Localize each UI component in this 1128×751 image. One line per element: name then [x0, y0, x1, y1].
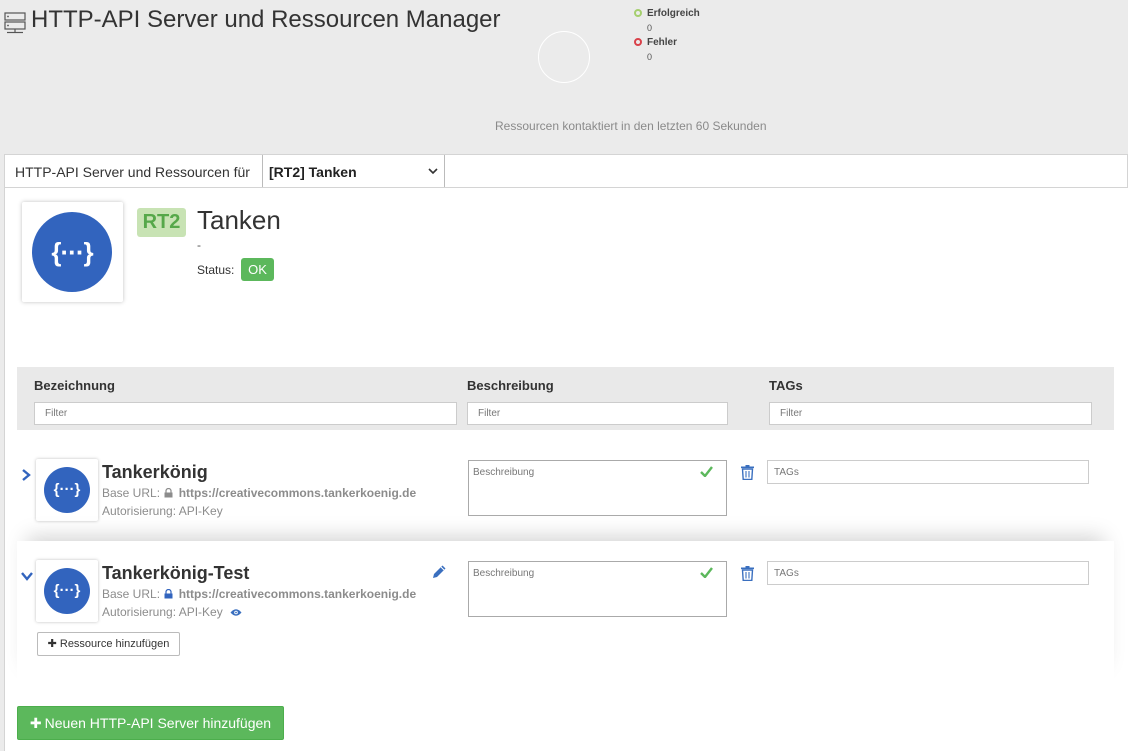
base-url-value: https://creativecommons.tankerkoenig.de — [178, 486, 417, 500]
server-logo: {···} — [22, 202, 123, 302]
server-select-value: [RT2] Tanken — [269, 164, 357, 180]
resource-base-url: Base URL: https://creativecommons.tanker… — [102, 587, 416, 601]
base-url-label: Base URL: — [102, 587, 161, 601]
server-selector-label: HTTP-API Server und Ressourcen für — [15, 164, 250, 180]
resource-tags-input[interactable] — [767, 561, 1089, 585]
resource-auth: Autorisierung: API-Key — [102, 605, 242, 619]
column-header-tags: TAGs — [769, 378, 803, 393]
server-select[interactable]: [RT2] Tanken — [262, 155, 445, 187]
chevron-down-icon[interactable] — [20, 569, 34, 583]
plus-icon: ✚ — [29, 715, 42, 731]
add-server-button[interactable]: ✚ Neuen HTTP-API Server hinzufügen — [17, 706, 284, 740]
server-name: Tanken — [197, 205, 281, 235]
add-server-label: Neuen HTTP-API Server hinzufügen — [44, 715, 272, 731]
api-logo-icon: {···} — [32, 212, 112, 292]
legend-error: Fehler 0 — [634, 37, 677, 62]
trash-icon[interactable] — [741, 465, 754, 480]
resource-logo: {···} — [36, 560, 98, 622]
resource-description-input[interactable] — [468, 460, 727, 516]
pencil-icon[interactable] — [432, 564, 447, 579]
resource-tags-input[interactable] — [767, 460, 1089, 484]
api-logo-glyph: {···} — [51, 237, 93, 267]
status-badge: OK — [241, 258, 274, 281]
resource-name: Tankerkönig-Test — [102, 563, 250, 583]
api-logo-icon: {···} — [44, 568, 90, 614]
chart-caption: Ressourcen kontaktiert in den letzten 60… — [495, 119, 767, 133]
column-header-name: Bezeichnung — [34, 378, 115, 393]
resource-logo: {···} — [36, 459, 98, 521]
resource-base-url: Base URL: https://creativecommons.tanker… — [102, 486, 416, 500]
api-logo-icon: {···} — [44, 467, 90, 513]
filter-name-input[interactable] — [34, 402, 457, 425]
lock-icon — [164, 488, 173, 498]
auth-label: Autorisierung: — [102, 504, 177, 518]
base-url-label: Base URL: — [102, 486, 161, 500]
filter-description-input[interactable] — [467, 402, 728, 425]
resource-name: Tankerkönig — [102, 462, 208, 482]
status-label: Status: — [197, 263, 235, 277]
auth-value: API-Key — [178, 504, 223, 518]
trash-icon[interactable] — [741, 566, 754, 581]
success-dot-icon — [634, 9, 642, 17]
lock-icon — [164, 589, 173, 599]
add-resource-label: Ressource hinzufügen — [59, 638, 170, 650]
error-dot-icon — [634, 38, 642, 46]
resource-auth: Autorisierung: API-Key — [102, 504, 223, 518]
auth-label: Autorisierung: — [102, 605, 177, 619]
eye-icon[interactable] — [230, 608, 242, 617]
filter-tags-input[interactable] — [769, 402, 1092, 425]
legend-error-label: Fehler — [647, 37, 678, 48]
server-description: - — [197, 238, 201, 252]
server-selector-bar: HTTP-API Server und Ressourcen für [RT2]… — [4, 154, 1128, 188]
chevron-down-icon — [428, 168, 438, 175]
api-logo-glyph: {···} — [53, 481, 81, 498]
plus-icon: ✚ — [47, 638, 57, 650]
resource-description-input[interactable] — [468, 561, 727, 617]
server-icon — [4, 12, 26, 34]
check-icon[interactable] — [700, 466, 713, 477]
column-header-description: Beschreibung — [467, 378, 554, 393]
auth-value: API-Key — [178, 605, 223, 619]
check-icon[interactable] — [700, 567, 713, 578]
legend-success: Erfolgreich 0 — [634, 8, 700, 33]
chevron-right-icon[interactable] — [19, 468, 33, 482]
add-resource-button[interactable]: ✚ Ressource hinzufügen — [37, 632, 180, 656]
legend-success-label: Erfolgreich — [647, 8, 700, 19]
legend-error-count: 0 — [647, 52, 653, 62]
api-logo-glyph: {···} — [53, 582, 81, 599]
contact-donut-chart — [538, 31, 590, 83]
page-title: HTTP-API Server und Ressourcen Manager — [31, 6, 501, 33]
base-url-value: https://creativecommons.tankerkoenig.de — [178, 587, 417, 601]
legend-success-count: 0 — [647, 23, 653, 33]
server-badge: RT2 — [137, 208, 186, 237]
